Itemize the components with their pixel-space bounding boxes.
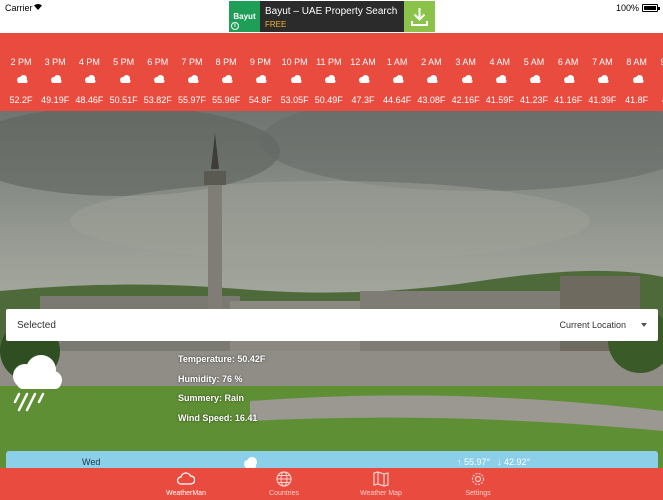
tab-weather-map[interactable]: Weather Map xyxy=(341,468,421,500)
tab-countries[interactable]: Countries xyxy=(244,468,324,500)
battery-percent: 100% xyxy=(615,3,639,13)
cloud-icon xyxy=(564,75,575,83)
cloud-icon xyxy=(461,75,473,83)
ad-title: Bayut – UAE Property Search xyxy=(265,6,398,17)
humidity-text: Humidity: 76 % xyxy=(178,373,243,384)
forecast-high: ↑ 55.97° xyxy=(457,457,491,467)
chevron-down-icon[interactable] xyxy=(641,323,647,327)
cloud-icon xyxy=(51,75,62,83)
cloud-icon xyxy=(256,75,267,83)
tab-label: Settings xyxy=(465,490,491,497)
cloud-icon xyxy=(495,75,507,83)
wifi-icon xyxy=(34,3,42,10)
tab-weatherman[interactable]: WeatherMan xyxy=(146,468,226,500)
forecast-day: Wed xyxy=(82,457,101,467)
city-photo-illustration xyxy=(0,111,663,468)
tab-label: WeatherMan xyxy=(166,490,206,497)
cloud-icon xyxy=(177,472,195,485)
map-icon xyxy=(373,471,389,487)
cloud-icon xyxy=(427,75,438,83)
ad-banner[interactable]: Bayut i Bayut – UAE Property Search FREE xyxy=(229,1,435,32)
cloud-icon xyxy=(598,75,609,83)
ad-logo: Bayut i xyxy=(229,1,260,32)
hourly-item: 9 AM42.4 xyxy=(654,33,663,111)
wind-speed-text: Wind Speed: 16.41 xyxy=(178,412,258,423)
cloud-icon xyxy=(632,75,644,83)
cloud-icon xyxy=(119,75,131,83)
gear-icon xyxy=(471,472,485,486)
download-icon xyxy=(411,8,428,26)
hour-temp: 42.4 xyxy=(648,95,663,105)
globe-icon xyxy=(276,471,292,487)
tab-bar: WeatherMan Countries Weather Map Setting… xyxy=(0,468,663,500)
location-selector[interactable]: Selected Current Location xyxy=(6,309,658,341)
cloud-icon xyxy=(359,75,370,83)
cloud-icon xyxy=(393,75,404,83)
cloud-icon xyxy=(324,75,336,83)
tab-settings[interactable]: Settings xyxy=(438,468,518,500)
forecast-low: ↓ 42.92° xyxy=(497,457,531,467)
background-photo xyxy=(0,111,663,468)
daily-forecast-row[interactable]: Wed ↑ 55.97° ↓ 42.92° xyxy=(6,451,658,468)
carrier-label: Carrier xyxy=(5,3,33,13)
cloud-icon xyxy=(188,75,199,83)
summary-text: Summery: Rain xyxy=(178,393,245,403)
cloud-icon xyxy=(244,457,257,468)
cloud-icon xyxy=(85,75,96,83)
battery-icon xyxy=(642,4,660,12)
hour-time: 9 AM xyxy=(648,57,663,67)
ad-subtitle: FREE xyxy=(265,20,287,29)
cloud-icon xyxy=(222,75,233,83)
hourly-forecast-strip[interactable]: 2 PM 52.2F 3 PM 49.19F 4 PM 48.46F 5 PM 50.51F 6… xyxy=(0,33,663,111)
location-value[interactable]: Current Location xyxy=(559,320,626,330)
current-weather-details: Temperature: 50.42F Humidity: 76 % Summe… xyxy=(178,354,265,432)
tab-label: Weather Map xyxy=(360,490,402,497)
temperature-text: Temperature: 50.42F xyxy=(178,354,266,364)
cloud-icon xyxy=(530,75,541,83)
cloud-icon xyxy=(17,75,28,83)
tab-label: Countries xyxy=(269,490,299,497)
download-button[interactable] xyxy=(404,1,435,32)
location-label: Selected xyxy=(17,320,56,331)
cloud-icon xyxy=(153,75,165,83)
cloud-icon xyxy=(290,75,302,83)
ad-info-icon[interactable]: i xyxy=(231,22,239,30)
rain-cloud-icon xyxy=(13,355,62,412)
